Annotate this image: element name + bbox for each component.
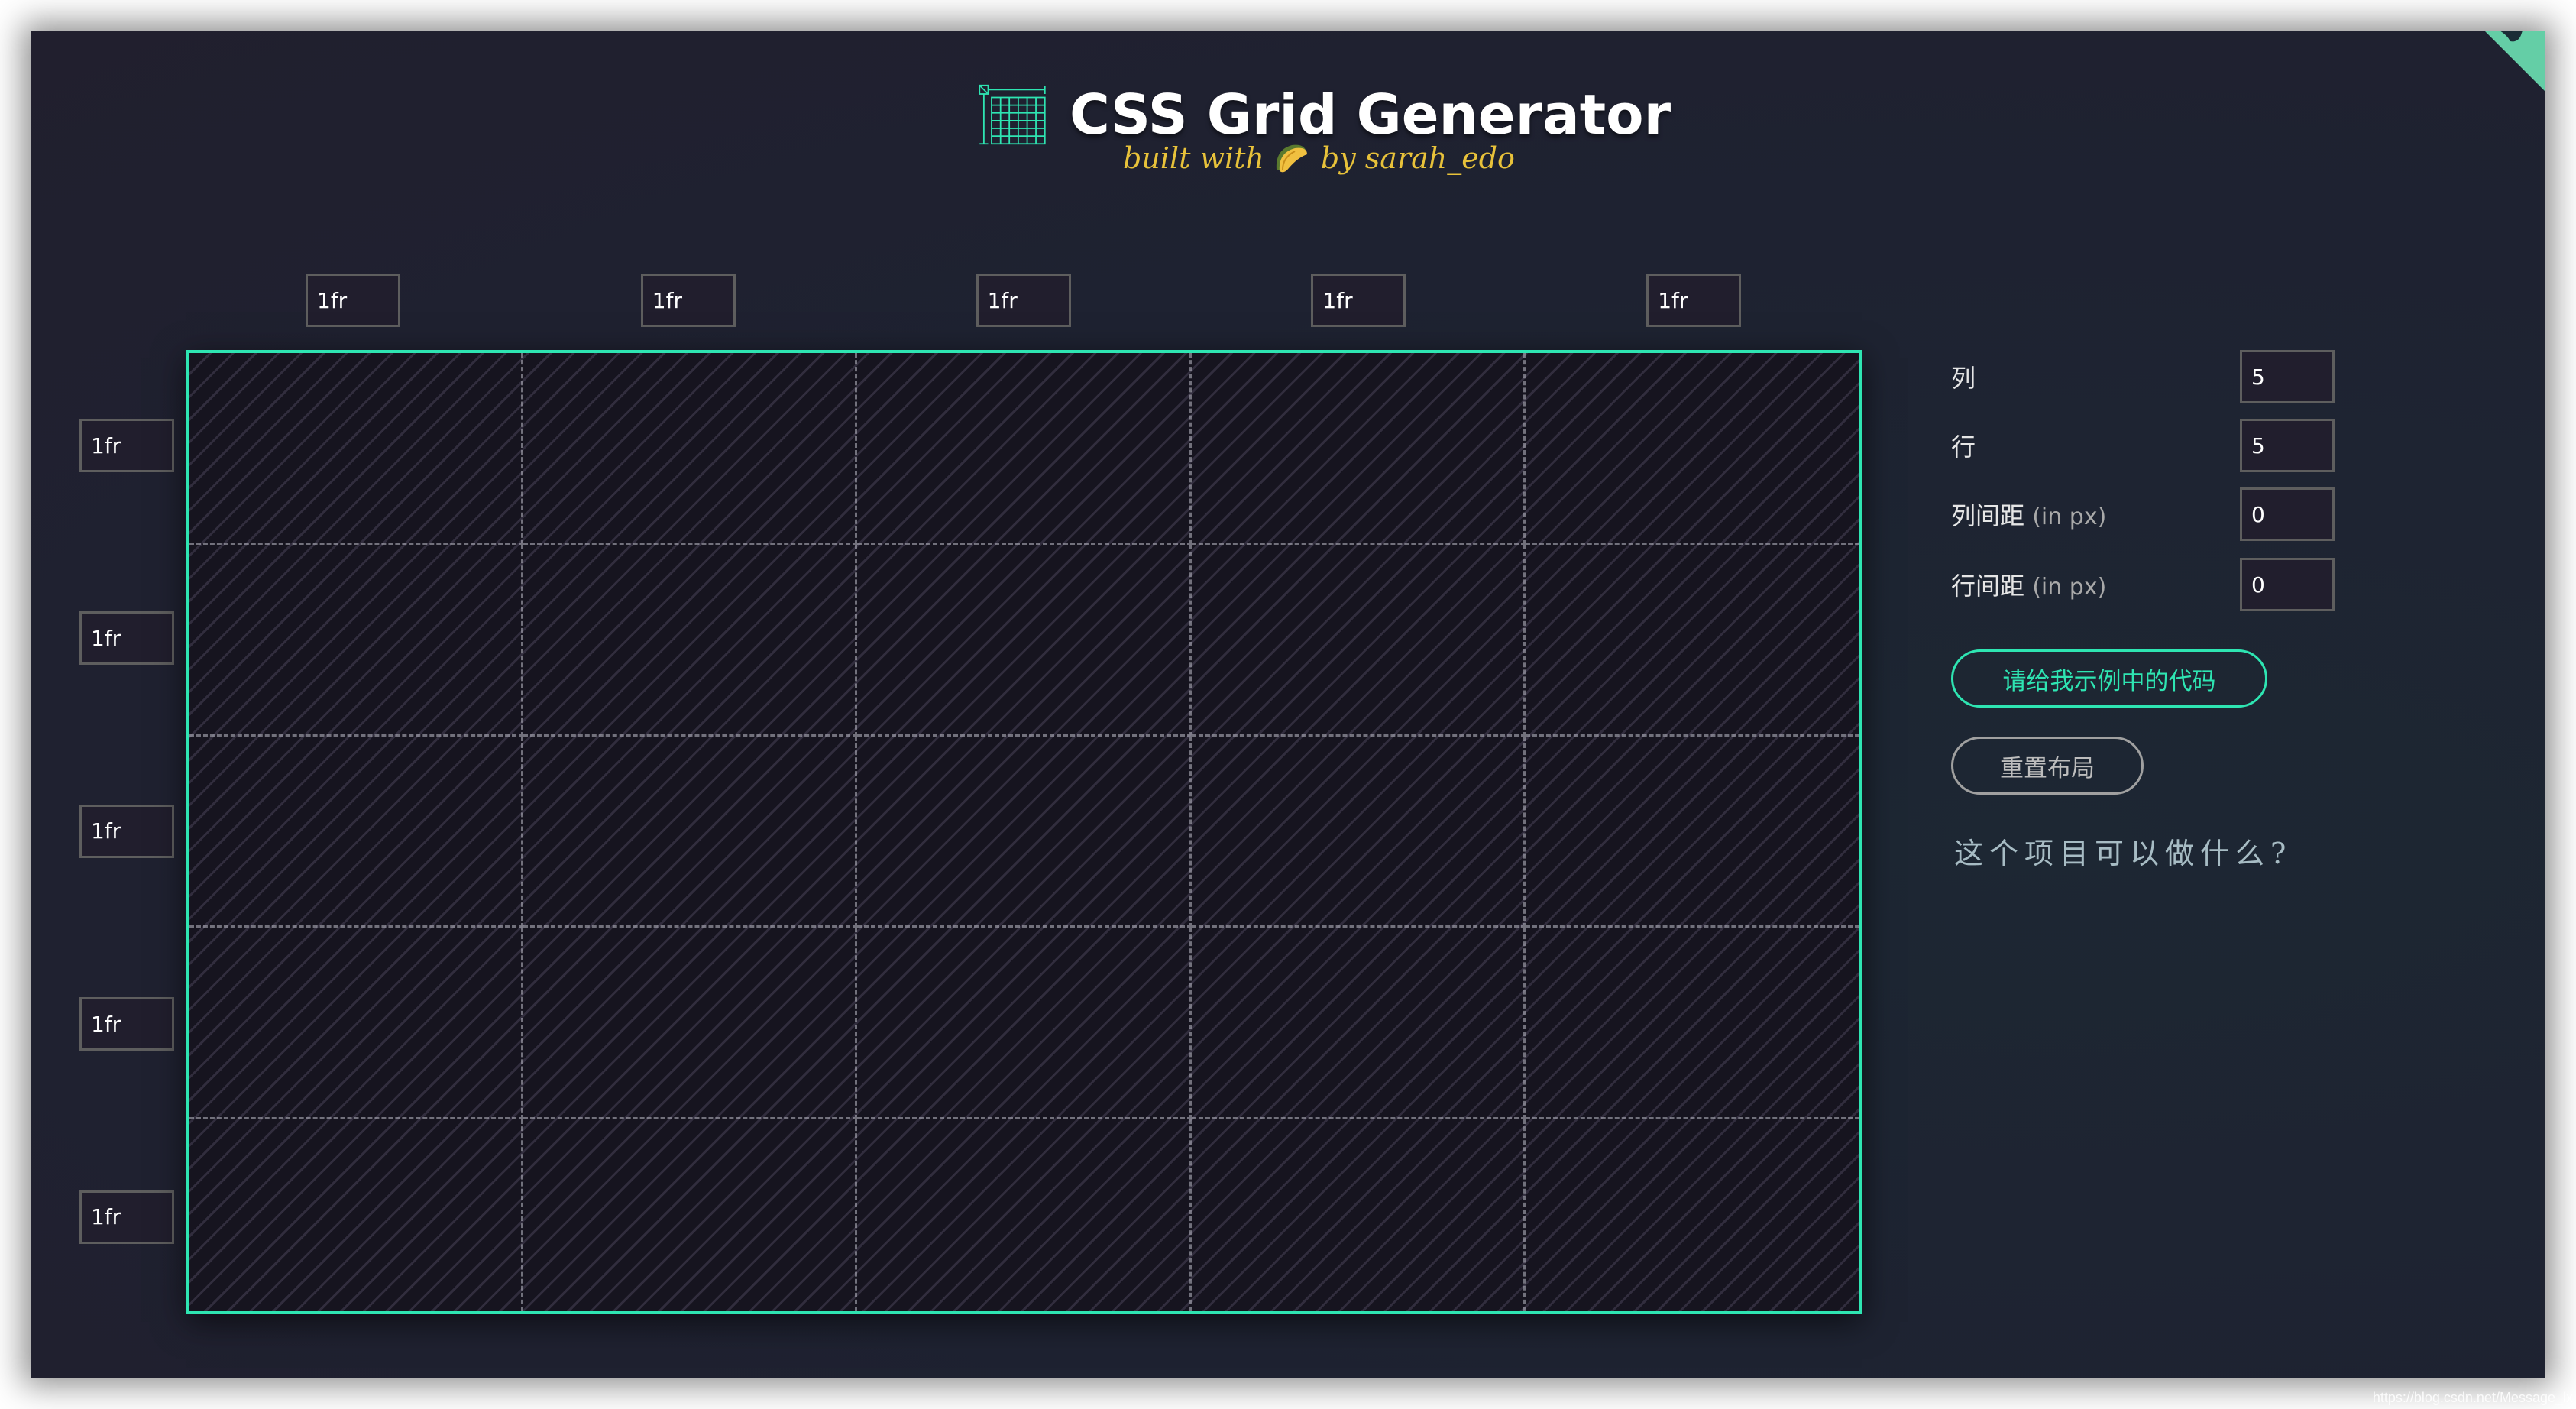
column-size-input[interactable] bbox=[976, 274, 1071, 327]
grid-cell[interactable] bbox=[189, 1119, 524, 1311]
reset-layout-button[interactable]: 重置布局 bbox=[1951, 737, 2144, 795]
grid-cell[interactable] bbox=[523, 353, 858, 545]
row-size-input[interactable] bbox=[79, 611, 174, 666]
grid-cell[interactable] bbox=[857, 353, 1192, 545]
grid-cell[interactable] bbox=[1525, 737, 1859, 928]
grid-cell[interactable] bbox=[1191, 736, 1526, 928]
grid-logo-icon bbox=[979, 84, 1046, 145]
grid-cell[interactable] bbox=[1525, 928, 1859, 1120]
github-corner-icon[interactable] bbox=[2484, 31, 2545, 92]
grid-cell[interactable] bbox=[1191, 928, 1526, 1120]
column-size-input[interactable] bbox=[306, 274, 400, 327]
tagline: built with by sarah_edo bbox=[1123, 141, 1515, 175]
column-size-input[interactable] bbox=[1311, 274, 1406, 327]
grid-cell[interactable] bbox=[1192, 1119, 1526, 1311]
grid-cell[interactable] bbox=[1525, 545, 1859, 737]
grid-cell[interactable] bbox=[523, 544, 858, 737]
columns-input[interactable] bbox=[2240, 350, 2335, 403]
column-size-input[interactable] bbox=[1646, 274, 1742, 327]
column-gap-label: 列间距 (in px) bbox=[1951, 501, 2107, 530]
app-page: CSS Grid Generator built with by sarah_e… bbox=[31, 31, 2545, 1378]
grid-cell[interactable] bbox=[857, 1119, 1192, 1311]
row-size-input[interactable] bbox=[79, 419, 174, 472]
row-gap-input[interactable] bbox=[2240, 558, 2335, 611]
row-size-input[interactable] bbox=[79, 804, 174, 858]
row-size-input[interactable] bbox=[79, 1190, 174, 1244]
get-code-button[interactable]: 请给我示例中的代码 bbox=[1951, 649, 2267, 708]
row-size-input[interactable] bbox=[79, 997, 174, 1051]
watermark: https://blog.csdn.net/Message_lx bbox=[2372, 1390, 2573, 1405]
grid-cell[interactable] bbox=[523, 736, 858, 928]
rows-label: 行 bbox=[1951, 432, 1976, 462]
grid-cell[interactable] bbox=[857, 736, 1192, 928]
tagline-author: by sarah_edo bbox=[1320, 141, 1515, 175]
row-gap-label: 行间距 (in px) bbox=[1951, 572, 2107, 601]
grid-cell[interactable] bbox=[523, 1119, 858, 1311]
grid-cell[interactable] bbox=[189, 928, 524, 1120]
grid-cell[interactable] bbox=[189, 544, 524, 737]
page-title: CSS Grid Generator bbox=[1070, 83, 1671, 147]
grid-cell[interactable] bbox=[1191, 353, 1526, 545]
grid-cell[interactable] bbox=[1191, 544, 1526, 737]
tagline-prefix: built with bbox=[1123, 141, 1264, 175]
rows-input[interactable] bbox=[2240, 419, 2335, 472]
about-link[interactable]: 这个项目可以做什么? bbox=[1954, 830, 2292, 872]
grid-cell[interactable] bbox=[189, 353, 524, 545]
grid-cell[interactable] bbox=[523, 928, 858, 1120]
column-size-input[interactable] bbox=[640, 274, 736, 327]
grid-cell[interactable] bbox=[1526, 1119, 1859, 1311]
columns-label: 列 bbox=[1951, 364, 1976, 393]
grid-canvas[interactable] bbox=[186, 350, 1862, 1314]
grid-cell[interactable] bbox=[857, 928, 1192, 1120]
grid-cell[interactable] bbox=[857, 544, 1192, 737]
taco-icon bbox=[1276, 144, 1307, 173]
column-gap-input[interactable] bbox=[2240, 487, 2335, 541]
grid-cell[interactable] bbox=[1525, 353, 1859, 545]
grid-cell[interactable] bbox=[189, 736, 524, 928]
